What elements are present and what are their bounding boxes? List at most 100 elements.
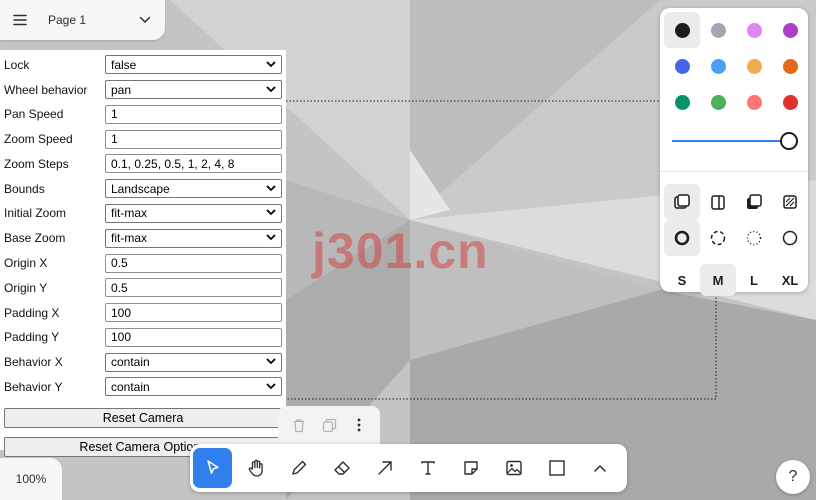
camera-option-input[interactable]: 1 (105, 129, 282, 149)
camera-option-value: 0.5 (111, 280, 128, 295)
size-option-l[interactable]: L (736, 264, 772, 296)
camera-option-input[interactable]: 0.1, 0.25, 0.5, 1, 2, 4, 8 (105, 154, 282, 174)
arrow-icon[interactable] (365, 448, 404, 488)
fill-solid-icon[interactable] (736, 184, 772, 220)
camera-option-input[interactable]: 0.5 (105, 253, 282, 273)
camera-option-row: Zoom Speed 1 (4, 127, 282, 151)
main-toolbar (190, 444, 627, 492)
color-swatch-violet[interactable] (772, 12, 808, 48)
camera-option-value: contain (111, 379, 150, 394)
camera-option-value: fit-max (111, 231, 147, 246)
chevron-down-icon[interactable] (125, 0, 165, 40)
dash-solid-icon[interactable] (772, 220, 808, 256)
opacity-slider-thumb[interactable] (780, 132, 798, 150)
help-button[interactable]: ? (776, 460, 810, 494)
camera-option-row: Pan Speed 1 (4, 103, 282, 127)
camera-option-label: Padding Y (4, 330, 60, 345)
camera-option-select[interactable]: false (105, 55, 282, 75)
camera-option-label: Padding X (4, 305, 60, 320)
size-option-m[interactable]: M (700, 264, 736, 296)
dash-draw-icon[interactable] (664, 220, 700, 256)
camera-option-label: Origin Y (4, 280, 48, 295)
color-swatch-blue[interactable] (664, 48, 700, 84)
camera-option-row: Behavior Y contain (4, 375, 282, 399)
camera-option-input[interactable]: 0.5 (105, 278, 282, 298)
camera-option-row: Lock false (4, 53, 282, 77)
camera-option-select[interactable]: Landscape (105, 179, 282, 199)
camera-option-row: Padding Y 100 (4, 326, 282, 350)
reset-camera-button[interactable]: Reset Camera (4, 407, 282, 428)
opacity-slider[interactable] (672, 131, 798, 151)
camera-option-input[interactable]: 1 (105, 104, 282, 124)
chevron-down-icon (266, 357, 276, 367)
page-menu[interactable]: Page 1 (0, 0, 165, 40)
camera-option-value: 1 (111, 132, 118, 147)
color-dot (710, 22, 726, 38)
camera-option-label: Origin X (4, 256, 48, 271)
dash-dotted-icon[interactable] (736, 220, 772, 256)
more-icon[interactable] (347, 413, 371, 437)
chevron-up-icon[interactable] (581, 448, 620, 488)
color-dot (782, 22, 798, 38)
color-dot (746, 22, 762, 38)
color-dot (782, 94, 798, 110)
camera-option-select[interactable]: fit-max (105, 228, 282, 248)
note-icon[interactable] (452, 448, 491, 488)
color-dot (710, 58, 726, 74)
draw-icon[interactable] (279, 448, 318, 488)
color-swatch-red[interactable] (772, 84, 808, 120)
camera-option-row: Wheel behavior pan (4, 78, 282, 102)
text-icon[interactable] (408, 448, 447, 488)
rectangle-icon[interactable] (538, 448, 577, 488)
camera-option-label: Lock (4, 57, 30, 72)
camera-option-select[interactable]: contain (105, 352, 282, 372)
camera-option-row: Origin X 0.5 (4, 251, 282, 275)
camera-option-label: Zoom Speed (4, 132, 73, 147)
size-options: S M L XL (664, 264, 808, 296)
trash-icon[interactable] (287, 413, 311, 437)
chevron-down-icon (266, 382, 276, 392)
fill-pattern-icon[interactable] (772, 184, 808, 220)
color-swatch-black[interactable] (664, 12, 700, 48)
camera-option-row: Zoom Steps 0.1, 0.25, 0.5, 1, 2, 4, 8 (4, 152, 282, 176)
hamburger-icon[interactable] (0, 0, 40, 40)
chevron-down-icon (266, 208, 276, 218)
eraser-icon[interactable] (322, 448, 361, 488)
duplicate-icon[interactable] (317, 413, 341, 437)
select-icon[interactable] (193, 448, 233, 488)
color-swatch-light-red[interactable] (736, 84, 772, 120)
page-name[interactable]: Page 1 (40, 13, 125, 27)
camera-option-label: Behavior Y (4, 379, 63, 394)
camera-option-select[interactable]: fit-max (105, 203, 282, 223)
camera-option-input[interactable]: 100 (105, 327, 282, 347)
color-swatch-orange[interactable] (772, 48, 808, 84)
dash-dashed-icon[interactable] (700, 220, 736, 256)
camera-option-value: Landscape (111, 181, 170, 196)
chevron-down-icon (266, 60, 276, 70)
color-swatch-green[interactable] (664, 84, 700, 120)
fill-dash-options (664, 184, 808, 256)
watermark: j301.cn (312, 223, 489, 279)
color-swatch-light-violet[interactable] (736, 12, 772, 48)
camera-option-label: Base Zoom (4, 231, 66, 246)
color-dot (746, 94, 762, 110)
chevron-down-icon (266, 85, 276, 95)
color-dot (710, 94, 726, 110)
camera-option-select[interactable]: pan (105, 80, 282, 100)
camera-option-value: 100 (111, 330, 132, 345)
color-swatch-light-green[interactable] (700, 84, 736, 120)
camera-option-input[interactable]: 100 (105, 303, 282, 323)
camera-option-row: Initial Zoom fit-max (4, 202, 282, 226)
color-swatch-yellow[interactable] (736, 48, 772, 84)
camera-option-row: Bounds Landscape (4, 177, 282, 201)
image-icon[interactable] (495, 448, 534, 488)
color-swatch-grey[interactable] (700, 12, 736, 48)
zoom-level[interactable]: 100% (0, 458, 62, 500)
color-swatch-light-blue[interactable] (700, 48, 736, 84)
size-option-xl[interactable]: XL (772, 264, 808, 296)
size-option-s[interactable]: S (664, 264, 700, 296)
hand-icon[interactable] (236, 448, 275, 488)
fill-none-icon[interactable] (664, 184, 700, 220)
fill-semi-icon[interactable] (700, 184, 736, 220)
camera-option-select[interactable]: contain (105, 377, 282, 397)
